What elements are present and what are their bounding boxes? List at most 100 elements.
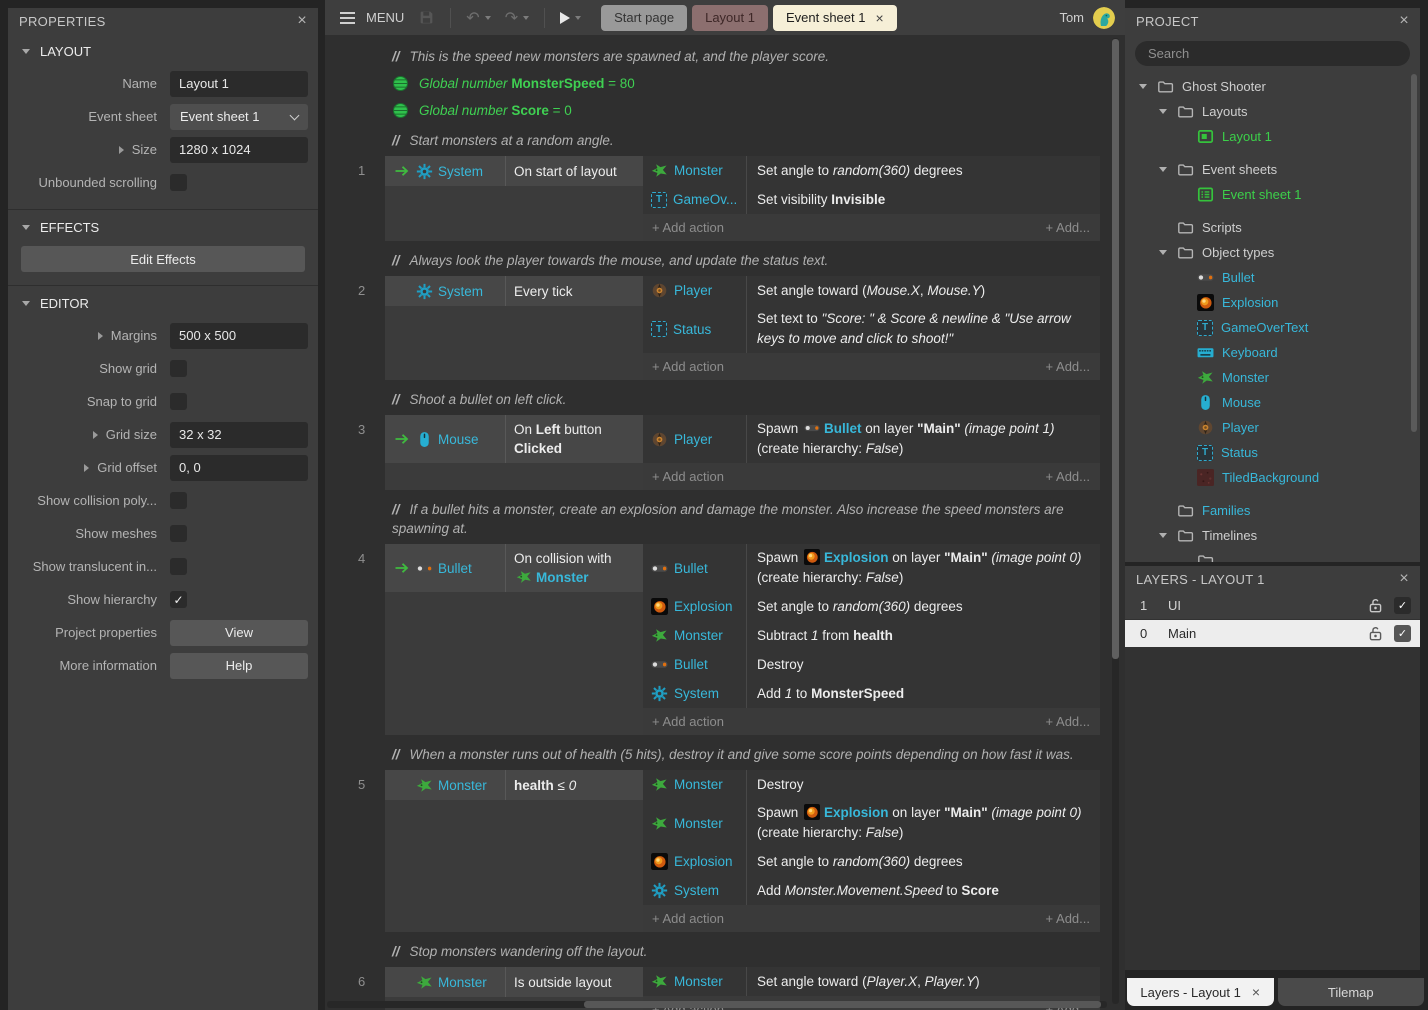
checkbox-show-collision-poly[interactable] [170, 492, 187, 509]
action-row[interactable]: MonsterSpawn Explosion on layer "Main" (… [643, 799, 1100, 847]
visibility-checkbox[interactable]: ✓ [1394, 597, 1411, 614]
tree-item-timelines[interactable]: Timelines [1131, 523, 1410, 548]
condition-row[interactable]: BulletOn collision with Monster [385, 544, 643, 592]
undo-button[interactable]: ↶ [466, 10, 490, 26]
condition-row[interactable]: SystemOn start of layout [385, 156, 643, 186]
tree-item-x[interactable] [1131, 548, 1410, 562]
visibility-checkbox[interactable]: ✓ [1394, 625, 1411, 642]
close-icon[interactable]: × [1399, 13, 1409, 29]
bottom-tab-layers-layout-1[interactable]: Layers - Layout 1× [1127, 978, 1274, 1006]
property-input-size[interactable] [170, 137, 308, 163]
search-input[interactable] [1148, 46, 1397, 61]
tree-item-ghost-shooter[interactable]: Ghost Shooter [1131, 74, 1410, 99]
action-row[interactable]: SystemAdd Monster.Movement.Speed to Scor… [643, 876, 1100, 905]
close-icon[interactable]: × [875, 11, 883, 25]
close-icon[interactable]: × [1399, 571, 1409, 587]
tree-item-object-types[interactable]: Object types [1131, 240, 1410, 265]
scrollbar-thumb[interactable] [584, 1001, 1101, 1008]
tab-layout-1[interactable]: Layout 1 [692, 5, 768, 31]
comment[interactable]: //This is the speed new monsters are spa… [392, 47, 1092, 66]
add-more-button[interactable]: + Add... [1046, 359, 1090, 374]
close-icon[interactable]: × [1252, 985, 1260, 999]
comment[interactable]: //If a bullet hits a monster, create an … [392, 500, 1092, 538]
checkbox-show-translucent-in[interactable] [170, 558, 187, 575]
tree-item-player[interactable]: Player [1131, 415, 1410, 440]
tree-item-mouse[interactable]: Mouse [1131, 390, 1410, 415]
property-input-name[interactable] [170, 71, 308, 97]
add-action-button[interactable]: + Add action [652, 220, 724, 235]
button-help[interactable]: Help [170, 653, 308, 679]
add-more-button[interactable]: + Add... [1046, 220, 1090, 235]
section-header-editor[interactable]: EDITOR [8, 288, 318, 319]
section-header-effects[interactable]: EFFECTS [8, 212, 318, 243]
lock-icon[interactable] [1367, 597, 1384, 614]
chevron-down-icon[interactable] [1157, 250, 1169, 255]
tree-item-keyboard[interactable]: Keyboard [1131, 340, 1410, 365]
tree-item-explosion[interactable]: Explosion [1131, 290, 1410, 315]
tree-item-families[interactable]: Families [1131, 498, 1410, 523]
tree-item-tiledbackground[interactable]: TiledBackground [1131, 465, 1410, 490]
property-input-grid-size[interactable] [170, 422, 308, 448]
redo-button[interactable]: ↷ [505, 10, 529, 26]
checkbox-show-grid[interactable] [170, 360, 187, 377]
menu-button[interactable]: MENU [339, 10, 404, 25]
add-more-button[interactable]: + Add... [1046, 714, 1090, 729]
action-row[interactable]: ExplosionSet angle to random(360) degree… [643, 592, 1100, 621]
close-icon[interactable]: × [297, 13, 307, 29]
tree-item-bullet[interactable]: Bullet [1131, 265, 1410, 290]
save-icon[interactable] [418, 9, 435, 26]
add-action-button[interactable]: + Add action [652, 714, 724, 729]
chevron-down-icon[interactable] [1157, 167, 1169, 172]
global-variable[interactable]: Global number MonsterSpeed = 80 [392, 72, 1125, 94]
add-action-button[interactable]: + Add action [652, 911, 724, 926]
checkbox-show-meshes[interactable] [170, 525, 187, 542]
lock-icon[interactable] [1367, 625, 1384, 642]
action-row[interactable]: MonsterDestroy [643, 770, 1100, 799]
project-scrollbar-thumb[interactable] [1411, 74, 1417, 432]
action-row[interactable]: BulletDestroy [643, 650, 1100, 679]
action-row[interactable]: TGameOv...Set visibility Invisible [643, 185, 1100, 214]
tree-item-monster[interactable]: Monster [1131, 365, 1410, 390]
tab-start-page[interactable]: Start page [601, 5, 687, 31]
action-row[interactable]: BulletSpawn Explosion on layer "Main" (i… [643, 544, 1100, 592]
add-more-button[interactable]: + Add... [1046, 911, 1090, 926]
tree-item-status[interactable]: TStatus [1131, 440, 1410, 465]
add-more-button[interactable]: + Add... [1046, 469, 1090, 484]
condition-row[interactable]: MouseOn Left button Clicked [385, 415, 643, 463]
section-header-layout[interactable]: LAYOUT [8, 36, 318, 67]
comment[interactable]: //When a monster runs out of health (5 h… [392, 745, 1092, 764]
checkbox-unbounded-scrolling[interactable] [170, 174, 187, 191]
tree-item-layout-1[interactable]: Layout 1 [1131, 124, 1410, 149]
chevron-down-icon[interactable] [1157, 533, 1169, 538]
tree-item-event-sheet-1[interactable]: Event sheet 1 [1131, 182, 1410, 207]
tree-item-gameovertext[interactable]: TGameOverText [1131, 315, 1410, 340]
layer-row-main[interactable]: 0Main✓ [1125, 620, 1420, 647]
property-select-event-sheet[interactable]: Event sheet 1 [170, 104, 308, 130]
condition-row[interactable]: Monsterhealth ≤ 0 [385, 770, 643, 800]
layer-row-ui[interactable]: 1UI✓ [1125, 592, 1420, 619]
checkbox-show-hierarchy[interactable]: ✓ [170, 591, 187, 608]
action-row[interactable]: MonsterSet angle toward (Player.X, Playe… [643, 967, 1100, 996]
condition-row[interactable]: MonsterIs outside layout [385, 967, 643, 997]
chevron-down-icon[interactable] [1137, 84, 1149, 89]
button-edit-effects[interactable]: Edit Effects [21, 246, 305, 272]
bottom-tab-tilemap[interactable]: Tilemap [1278, 978, 1425, 1006]
tab-event-sheet-1[interactable]: Event sheet 1× [773, 5, 897, 31]
add-action-button[interactable]: + Add action [652, 359, 724, 374]
action-row[interactable]: MonsterSubtract 1 from health [643, 621, 1100, 650]
add-action-button[interactable]: + Add action [652, 469, 724, 484]
action-row[interactable]: PlayerSpawn Bullet on layer "Main" (imag… [643, 415, 1100, 463]
action-row[interactable]: MonsterSet angle to random(360) degrees [643, 156, 1100, 185]
scrollbar-thumb[interactable] [1112, 39, 1119, 659]
checkbox-snap-to-grid[interactable] [170, 393, 187, 410]
global-variable[interactable]: Global number Score = 0 [392, 99, 1125, 121]
property-input-margins[interactable] [170, 323, 308, 349]
action-row[interactable]: TStatusSet text to "Score: " & Score & n… [643, 305, 1100, 353]
condition-row[interactable]: SystemEvery tick [385, 276, 643, 306]
action-row[interactable]: ExplosionSet angle to random(360) degree… [643, 847, 1100, 876]
comment[interactable]: //Shoot a bullet on left click. [392, 390, 1092, 409]
tree-item-scripts[interactable]: Scripts [1131, 215, 1410, 240]
tree-item-event-sheets[interactable]: Event sheets [1131, 157, 1410, 182]
comment[interactable]: //Start monsters at a random angle. [392, 131, 1092, 150]
action-row[interactable]: SystemAdd 1 to MonsterSpeed [643, 679, 1100, 708]
